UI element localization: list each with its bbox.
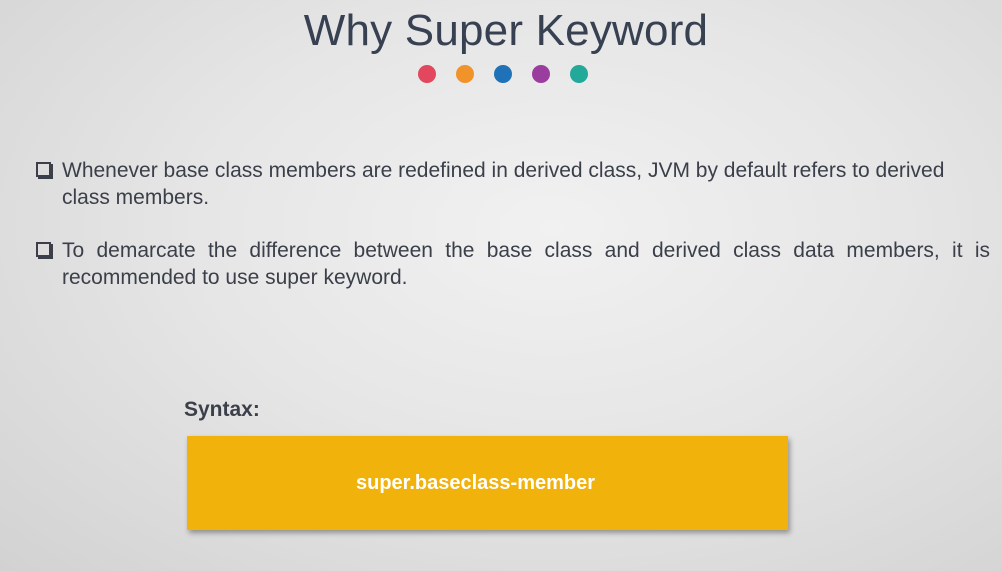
syntax-code-text: super.baseclass-member <box>355 471 596 494</box>
dot-red <box>418 65 436 83</box>
bullet-text: To demarcate the difference between the … <box>62 239 990 289</box>
syntax-code-box: super.baseclass-member <box>187 436 788 530</box>
checkbox-bullet-icon <box>36 242 51 257</box>
dot-purple <box>532 65 550 83</box>
decorative-dots <box>418 65 588 83</box>
slide-title: Why Super Keyword <box>303 6 709 55</box>
checkbox-bullet-icon <box>36 162 51 177</box>
dot-teal <box>570 65 588 83</box>
bullet-item: Whenever base class members are redefine… <box>36 157 990 211</box>
bullet-item: To demarcate the difference between the … <box>36 237 990 291</box>
bullet-text: Whenever base class members are redefine… <box>62 159 945 209</box>
dot-blue <box>494 65 512 83</box>
dot-orange <box>456 65 474 83</box>
syntax-label: Syntax: <box>184 398 260 421</box>
